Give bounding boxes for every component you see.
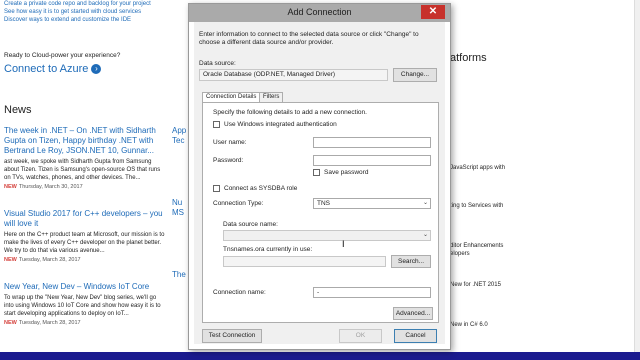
windows-auth-checkbox[interactable]	[213, 121, 220, 128]
news-body: ast week, we spoke with Sidharth Gupta f…	[4, 159, 161, 181]
test-connection-button[interactable]: Test Connection	[202, 329, 262, 343]
connection-type-label: Connection Type:	[213, 200, 264, 207]
platforms-heading: atforms	[450, 52, 487, 64]
right-fragment: New for .NET 2015	[450, 282, 501, 288]
news-item[interactable]: The week in .NET – On .NET with Sidharth…	[4, 126, 166, 190]
right-fragment: elopers	[450, 251, 470, 257]
tab-filters[interactable]: Filters	[259, 92, 284, 102]
new-badge: NEW	[4, 320, 17, 326]
dialog-body: Enter information to connect to the sele…	[194, 22, 445, 344]
top-links: Create a private code repo and backlog f…	[4, 0, 151, 24]
sysdba-label: Connect as SYSDBA role	[224, 185, 298, 192]
news-title[interactable]: Visual Studio 2017 for C++ developers – …	[4, 209, 166, 229]
connect-azure-label: Connect to Azure	[4, 63, 89, 75]
news-date: NEW Thursday, March 30, 2017	[4, 184, 83, 190]
news-body: Here on the C++ product team at Microsof…	[4, 232, 165, 254]
connection-type-value: TNS	[317, 200, 330, 207]
connection-name-label: Connection name:	[213, 289, 266, 296]
add-connection-dialog: Add Connection ✕ Enter information to co…	[188, 3, 451, 350]
news-title[interactable]: New Year, New Dev – Windows IoT Core	[4, 282, 166, 292]
close-button[interactable]: ✕	[421, 5, 445, 19]
change-button[interactable]: Change...	[393, 68, 437, 82]
news-date: NEW Tuesday, March 28, 2017	[4, 257, 81, 263]
dialog-intro: Enter information to connect to the sele…	[199, 31, 419, 46]
new-badge: NEW	[4, 257, 17, 263]
link-private-repo[interactable]: Create a private code repo and backlog f…	[4, 0, 151, 8]
connection-type-select[interactable]: TNS ⌄	[313, 198, 431, 209]
ok-button[interactable]: OK	[339, 329, 382, 343]
news-date: NEW Tuesday, March 28, 2017	[4, 320, 81, 326]
link-cloud-services[interactable]: See how easy it is to get started with c…	[4, 8, 151, 16]
dialog-title: Add Connection	[287, 7, 352, 17]
right-fragment: JavaScript apps with	[450, 165, 506, 171]
data-source-name-label: Data source name:	[223, 221, 278, 228]
data-source-label: Data source:	[199, 60, 236, 67]
mid-fragment: App	[172, 126, 187, 135]
username-input[interactable]	[313, 137, 431, 148]
connect-azure-link[interactable]: Connect to Azure ›	[4, 63, 102, 75]
save-password-checkbox[interactable]	[313, 169, 320, 176]
ready-text: Ready to Cloud-power your experience?	[4, 52, 121, 59]
right-fragment: New in C# 6.0	[450, 322, 488, 328]
link-extend-ide[interactable]: Discover ways to extend and customize th…	[4, 16, 151, 24]
mouse-cursor-icon: I	[342, 239, 345, 249]
connection-name-input[interactable]: -	[313, 287, 431, 298]
news-item[interactable]: New Year, New Dev – Windows IoT Core To …	[4, 282, 166, 326]
dialog-titlebar[interactable]: Add Connection ✕	[189, 4, 450, 22]
windows-auth-label: Use Windows integrated authentication	[224, 121, 337, 128]
right-fragment: ting to Services with	[450, 203, 504, 209]
mid-fragment: MS	[172, 208, 184, 217]
close-icon: ✕	[428, 6, 438, 17]
save-password-label: Save password	[324, 169, 369, 176]
username-label: User name:	[213, 139, 247, 146]
news-title[interactable]: The week in .NET – On .NET with Sidharth…	[4, 126, 166, 156]
page-scrollbar[interactable]	[634, 0, 640, 352]
mid-fragment: The	[172, 270, 186, 279]
tnsnames-label: Tnsnames.ora currently in use:	[223, 246, 313, 253]
connection-details-panel: Specify the following details to add a n…	[202, 102, 439, 323]
mid-fragment: Tec	[172, 136, 185, 145]
data-source-field: Oracle Database (ODP.NET, Managed Driver…	[199, 69, 388, 81]
arrow-right-icon: ›	[91, 64, 102, 75]
new-badge: NEW	[4, 184, 17, 190]
advanced-button[interactable]: Advanced...	[393, 307, 433, 320]
sysdba-checkbox[interactable]	[213, 185, 220, 192]
right-fragment: ditor Enhancements	[450, 243, 504, 249]
chevron-down-icon: ⌄	[422, 200, 428, 206]
search-button[interactable]: Search...	[391, 255, 431, 268]
data-source-name-select[interactable]: ⌄	[223, 230, 431, 241]
news-heading: News	[4, 104, 32, 116]
details-text: Specify the following details to add a n…	[213, 109, 367, 116]
password-input[interactable]	[313, 155, 431, 166]
status-bar	[0, 352, 640, 360]
password-label: Password:	[213, 157, 244, 164]
mid-fragment: Nu	[172, 198, 183, 207]
tnsnames-field	[223, 256, 386, 267]
news-item[interactable]: Visual Studio 2017 for C++ developers – …	[4, 209, 166, 263]
cancel-button[interactable]: Cancel	[394, 329, 437, 343]
news-body: To wrap up the "New Year, New Dev" blog …	[4, 295, 161, 317]
chevron-down-icon: ⌄	[422, 232, 428, 238]
